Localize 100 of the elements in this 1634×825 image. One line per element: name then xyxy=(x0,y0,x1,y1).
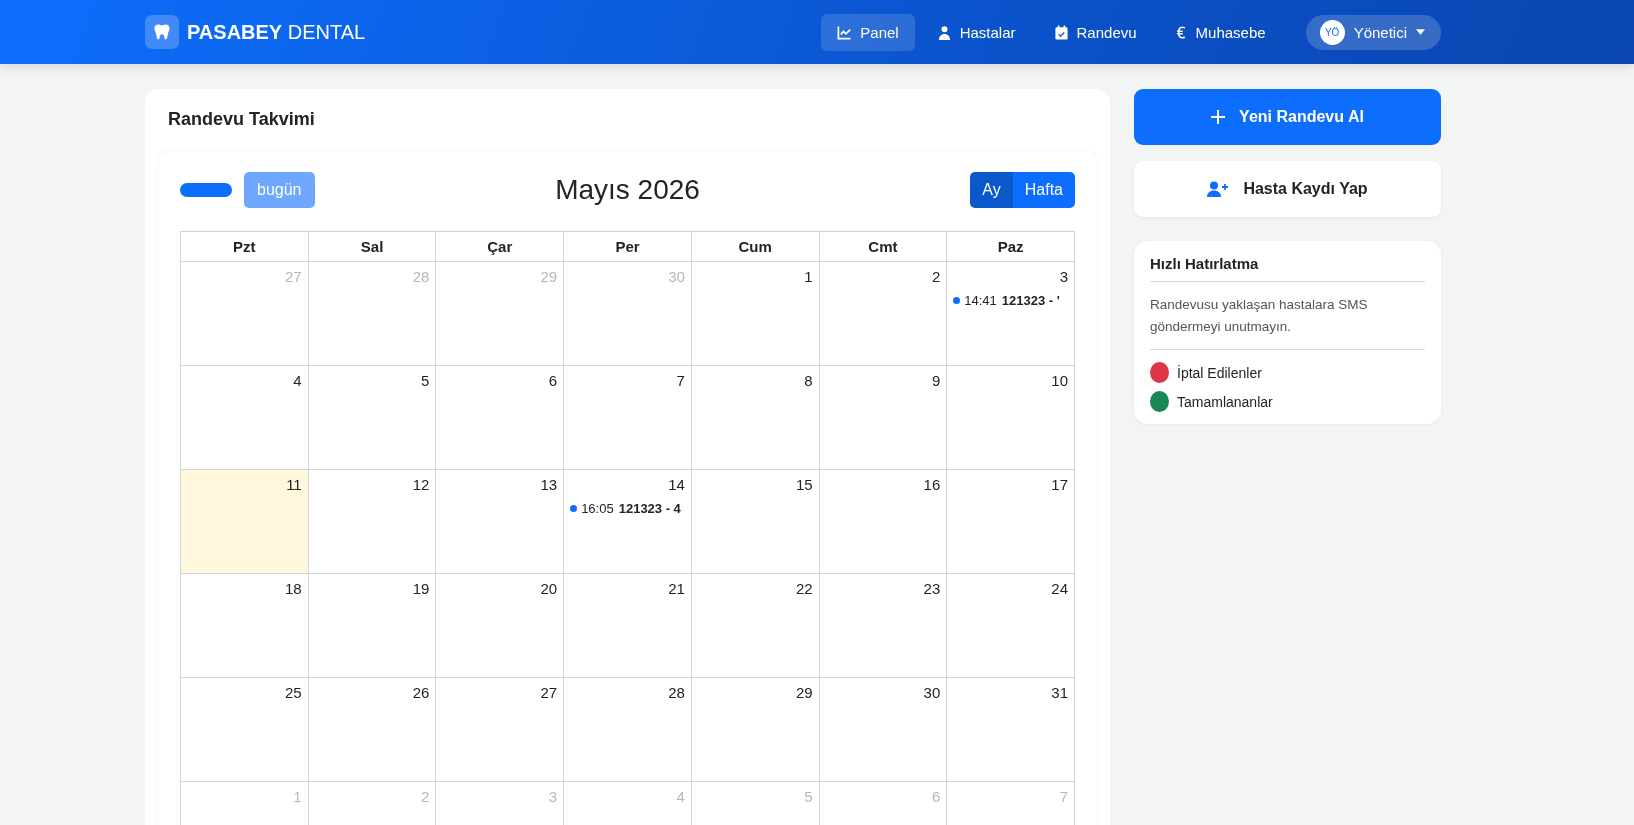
brand-name[interactable]: PASABEY DENTAL xyxy=(187,20,366,44)
plus-icon xyxy=(1211,110,1226,124)
reminder-text: Randevusu yaklaşan hastalara SMS göndermeyi unutmayın. xyxy=(1150,294,1425,351)
weekday-header: Per xyxy=(564,232,692,262)
view-tab[interactable]: Hafta xyxy=(1012,172,1075,208)
user-name: Yönetici xyxy=(1353,23,1407,41)
day-number: 7 xyxy=(676,372,686,389)
nav-link[interactable]: Hastalar xyxy=(920,13,1032,51)
tooth-icon xyxy=(145,15,179,49)
day-number: 9 xyxy=(931,372,942,389)
day-number: 30 xyxy=(668,268,686,285)
day-cell[interactable]: 17 xyxy=(947,470,1075,574)
day-number: 28 xyxy=(668,684,686,701)
day-cell[interactable]: 1 xyxy=(691,262,820,366)
nav-link[interactable]: Panel xyxy=(821,13,915,51)
weekday-header: Paz xyxy=(947,232,1075,262)
day-cell[interactable]: 19 xyxy=(308,574,437,678)
calendar-event[interactable]: 14:41 121323 - ' xyxy=(947,293,1074,308)
day-number: 13 xyxy=(540,476,559,493)
day-number: 28 xyxy=(412,268,431,285)
nav-link[interactable]: Muhasebe xyxy=(1158,13,1282,51)
day-number: 21 xyxy=(668,580,686,597)
day-cell[interactable]: 29 xyxy=(691,678,820,782)
day-number: 19 xyxy=(412,580,431,597)
user-avatar: YÖ xyxy=(1319,19,1345,45)
day-number: 2 xyxy=(421,788,431,805)
person-icon xyxy=(936,24,952,40)
day-cell[interactable]: 16 xyxy=(819,470,948,574)
chart-icon xyxy=(837,24,853,40)
day-number: 2 xyxy=(931,268,942,285)
view-tab[interactable]: Ay xyxy=(970,172,1013,208)
day-number: 17 xyxy=(1051,476,1069,493)
day-number: 6 xyxy=(548,372,559,389)
day-number: 30 xyxy=(923,684,942,701)
day-cell[interactable]: 27 xyxy=(436,678,565,782)
day-number: 27 xyxy=(285,268,303,285)
currency-icon xyxy=(1174,24,1188,40)
day-cell[interactable]: 9 xyxy=(819,366,948,470)
day-number: 4 xyxy=(676,788,686,805)
day-number: 29 xyxy=(795,684,814,701)
day-cell[interactable]: 14 16:05 121323 - 4 xyxy=(564,470,692,574)
card-title: Randevu Takvimi xyxy=(168,109,316,130)
day-cell[interactable]: 11 xyxy=(181,470,309,574)
day-cell[interactable]: 15 xyxy=(691,470,820,574)
day-number: 26 xyxy=(412,684,431,701)
reminder-title: Hızlı Hatırlatma xyxy=(1150,255,1425,282)
user-menu[interactable]: YÖ Yönetici xyxy=(1305,14,1441,50)
day-cell[interactable]: 2 xyxy=(819,262,948,366)
day-cell[interactable]: 5 xyxy=(308,366,437,470)
day-number: 31 xyxy=(1051,684,1069,701)
calendar-check-icon xyxy=(1053,24,1069,40)
day-number: 18 xyxy=(285,580,303,597)
day-cell[interactable]: 8 xyxy=(691,366,820,470)
prev-button[interactable] xyxy=(180,183,232,197)
day-cell[interactable]: 10 xyxy=(947,366,1075,470)
register-patient-button[interactable]: Hasta Kaydı Yap xyxy=(1134,161,1441,217)
day-cell[interactable]: 26 xyxy=(308,678,437,782)
weekday-header: Pzt xyxy=(181,232,309,262)
day-cell[interactable]: 23 xyxy=(819,574,948,678)
day-number: 11 xyxy=(286,476,303,493)
day-cell[interactable]: 6 xyxy=(436,366,565,470)
day-number: 24 xyxy=(1051,580,1069,597)
day-cell[interactable]: 13 xyxy=(436,470,565,574)
day-number: 16 xyxy=(923,476,942,493)
weekday-header: Cum xyxy=(691,232,820,262)
calendar-event[interactable]: 16:05 121323 - 4 xyxy=(564,501,691,516)
day-cell[interactable]: 7 xyxy=(564,366,692,470)
day-number: 4 xyxy=(293,372,303,389)
weekday-header: Çar xyxy=(436,232,565,262)
day-cell[interactable]: 25 xyxy=(181,678,309,782)
day-number: 29 xyxy=(540,268,559,285)
day-cell[interactable]: 24 xyxy=(947,574,1075,678)
day-cell[interactable]: 12 xyxy=(308,470,437,574)
legend-label: Tamamlananlar xyxy=(1177,393,1273,410)
nav-link[interactable]: Randevu xyxy=(1037,13,1153,51)
day-cell[interactable]: 18 xyxy=(181,574,309,678)
day-number: 3 xyxy=(548,788,559,805)
weekday-header: Cmt xyxy=(819,232,948,262)
day-cell[interactable]: 30 xyxy=(819,678,948,782)
weekday-header: Sal xyxy=(308,232,437,262)
caret-icon xyxy=(1416,29,1425,35)
day-number: 20 xyxy=(540,580,559,597)
add-user-icon xyxy=(1207,181,1230,197)
day-number: 6 xyxy=(931,788,942,805)
day-number: 12 xyxy=(412,476,431,493)
day-number: 27 xyxy=(540,684,559,701)
day-cell[interactable]: 20 xyxy=(436,574,565,678)
day-cell[interactable]: 3 14:41 121323 - ' xyxy=(947,262,1075,366)
day-cell[interactable]: 28 xyxy=(564,678,692,782)
day-number: 15 xyxy=(795,476,814,493)
day-cell[interactable]: 22 xyxy=(691,574,820,678)
day-number: 14 xyxy=(668,476,686,493)
day-number: 10 xyxy=(1051,372,1069,389)
day-cell[interactable]: 31 xyxy=(947,678,1075,782)
legend-label: İptal Edilenler xyxy=(1177,364,1262,381)
day-number: 7 xyxy=(1059,788,1069,805)
day-number: 8 xyxy=(804,372,814,389)
month-title: Mayıs 2026 xyxy=(555,174,700,206)
new-appointment-button[interactable]: Yeni Randevu Al xyxy=(1134,89,1441,145)
day-cell[interactable]: 21 xyxy=(564,574,692,678)
